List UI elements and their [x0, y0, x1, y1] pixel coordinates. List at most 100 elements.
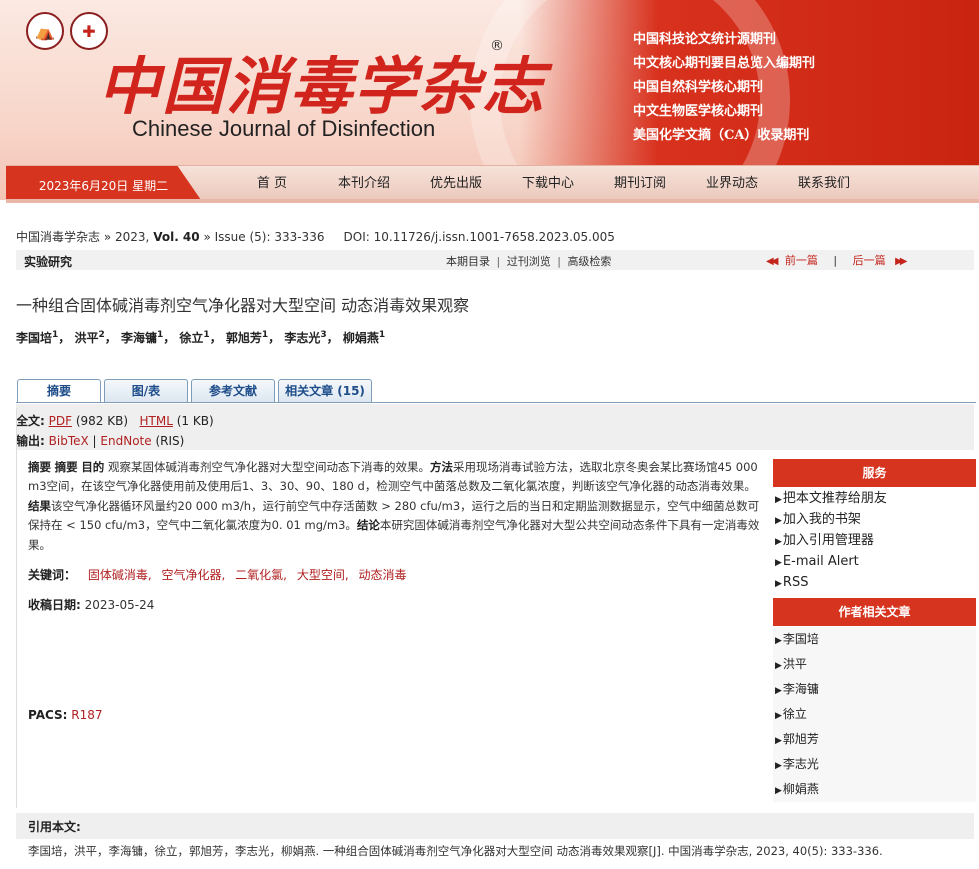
- indexing-item: 中文生物医学核心期刊: [633, 104, 764, 119]
- author-articles-list: ▶李国培 ▶洪平 ▶李海镛 ▶徐立 ▶郭旭芳 ▶李志光 ▶柳娟燕: [773, 627, 976, 802]
- content-rule: [16, 408, 17, 808]
- tab-references[interactable]: 参考文献: [191, 379, 275, 402]
- author-affil: 1: [52, 330, 59, 340]
- article-pager: ◀◀ 前一篇 | 后一篇 ▶▶: [766, 252, 908, 268]
- author-article-label: 李海镛: [782, 682, 819, 696]
- author-article-label: 徐立: [782, 707, 807, 721]
- breadcrumb-sep: »: [103, 230, 112, 244]
- keyword-link[interactable]: 大型空间,: [297, 568, 349, 582]
- received-value: 2023-05-24: [84, 598, 155, 612]
- abstract-label: 摘要: [28, 460, 51, 474]
- add-to-shelf-link[interactable]: ▶加入我的书架: [773, 509, 976, 530]
- author-article-link[interactable]: ▶洪平: [773, 652, 976, 677]
- author-article-link[interactable]: ▶李国培: [773, 627, 976, 652]
- export-row: 输出: BibTeX | EndNote (RIS): [16, 432, 184, 449]
- section-name: 实验研究: [24, 255, 73, 269]
- author-affil: 3: [320, 330, 327, 340]
- triangle-bullet-icon: ▶: [775, 537, 782, 547]
- current-issue-link[interactable]: 本期目录: [446, 255, 490, 268]
- prev-article-link[interactable]: 前一篇: [785, 254, 818, 267]
- rss-link[interactable]: ▶RSS: [773, 572, 976, 593]
- prev-arrow-icon: ◀◀: [766, 256, 779, 267]
- author-name: 洪平: [74, 331, 99, 345]
- triangle-bullet-icon: ▶: [775, 711, 782, 721]
- triangle-bullet-icon: ▶: [775, 686, 782, 696]
- issue-links: 本期目录 | 过刊浏览 | 高级检索: [446, 253, 611, 269]
- keyword-link[interactable]: 二氧化氯,: [235, 568, 287, 582]
- nav-divider: [6, 199, 979, 203]
- triangle-bullet-icon: ▶: [775, 736, 782, 746]
- section-bar: 实验研究 本期目录 | 过刊浏览 | 高级检索 ◀◀ 前一篇 | 后一篇 ▶▶: [16, 250, 974, 270]
- author-affil: 2: [98, 330, 105, 340]
- nav-about[interactable]: 本刊介绍: [318, 166, 410, 202]
- fulltext-label: 全文:: [16, 414, 45, 428]
- html-link[interactable]: HTML: [140, 414, 173, 428]
- triangle-bullet-icon: ▶: [775, 661, 782, 671]
- triangle-bullet-icon: ▶: [775, 579, 782, 589]
- main-nav-bar: 2023年6月20日 星期二 首 页 本刊介绍 优先出版 下载中心 期刊订阅 业…: [6, 165, 979, 200]
- tab-figures[interactable]: 图/表: [104, 379, 188, 402]
- keyword-link[interactable]: 固体碱消毒,: [88, 568, 152, 582]
- keyword-link[interactable]: 空气净化器,: [162, 568, 226, 582]
- breadcrumb-journal-link[interactable]: 中国消毒学杂志: [16, 230, 100, 244]
- nav-contact[interactable]: 联系我们: [778, 166, 870, 202]
- keyword-link[interactable]: 动态消毒: [358, 568, 406, 582]
- bibtex-link[interactable]: BibTeX: [49, 434, 89, 448]
- nav-news[interactable]: 业界动态: [686, 166, 778, 202]
- archive-link[interactable]: 过刊浏览: [507, 255, 551, 268]
- objective-label: 目的: [81, 460, 105, 474]
- author-name: 李国培: [16, 331, 53, 345]
- author-article-label: 郭旭芳: [782, 732, 819, 746]
- nav-downloads[interactable]: 下载中心: [502, 166, 594, 202]
- advanced-search-link[interactable]: 高级检索: [567, 255, 611, 268]
- method-label: 方法: [429, 460, 453, 474]
- breadcrumb: 中国消毒学杂志 » 2023, Vol. 40 » Issue (5): 333…: [16, 228, 615, 245]
- result-label: 结果: [28, 498, 51, 513]
- tab-abstract[interactable]: 摘要: [17, 379, 101, 402]
- author-affil: 1: [203, 330, 210, 340]
- pacs-label: PACS:: [28, 708, 68, 722]
- nav-subscribe[interactable]: 期刊订阅: [594, 166, 686, 202]
- html-size: (1 KB): [176, 414, 214, 428]
- recommend-link[interactable]: ▶把本文推荐给朋友: [773, 488, 976, 509]
- link-sep: |: [557, 255, 561, 268]
- triangle-bullet-icon: ▶: [775, 636, 782, 646]
- citation-label: 引用本文:: [28, 820, 81, 834]
- triangle-bullet-icon: ▶: [775, 516, 782, 526]
- author-articles-header: 作者相关文章: [773, 598, 976, 626]
- nav-home[interactable]: 首 页: [226, 166, 318, 202]
- abstract-text: 摘要 摘要 目的 观察某固体碱消毒剂空气净化器对大型空间动态下消毒的效果。方法采…: [28, 458, 762, 555]
- author-article-link[interactable]: ▶郭旭芳: [773, 727, 976, 752]
- current-date: 2023年6月20日 星期二: [6, 166, 201, 200]
- author-affil: 1: [156, 330, 164, 340]
- triangle-bullet-icon: ▶: [775, 786, 782, 796]
- indexing-list: 中国科技论文统计源期刊 中文核心期刊要目总览入编期刊 中国自然科学核心期刊 中文…: [633, 28, 815, 148]
- breadcrumb-issue: » Issue (5): 333-336: [203, 230, 325, 244]
- abstract-label: 摘要: [54, 460, 78, 474]
- author-name: 徐立: [179, 331, 204, 345]
- journal-title-en: Chinese Journal of Disinfection: [132, 116, 436, 141]
- registered-mark: ®: [490, 38, 504, 54]
- nav-online-first[interactable]: 优先出版: [410, 166, 502, 202]
- received-date: 收稿日期: 2023-05-24: [28, 596, 154, 613]
- keywords-label: 关键词：: [28, 568, 77, 582]
- endnote-link[interactable]: EndNote: [100, 434, 151, 448]
- ris-label: (RIS): [155, 434, 185, 448]
- next-article-link[interactable]: 后一篇: [853, 254, 886, 267]
- tab-related[interactable]: 相关文章 (15): [278, 379, 372, 402]
- author-article-link[interactable]: ▶柳娟燕: [773, 777, 976, 802]
- email-alert-link[interactable]: ▶E-mail Alert: [773, 551, 976, 572]
- author-article-link[interactable]: ▶李志光: [773, 752, 976, 777]
- author-article-link[interactable]: ▶徐立: [773, 702, 976, 727]
- triangle-bullet-icon: ▶: [775, 495, 782, 505]
- citation-bar: [16, 813, 974, 839]
- keywords: 关键词： 固体碱消毒, 空气净化器, 二氧化氯, 大型空间, 动态消毒: [28, 566, 412, 583]
- pacs-value[interactable]: R187: [71, 708, 102, 722]
- service-label: 加入我的书架: [782, 512, 861, 527]
- article-tabs: 摘要 图/表 参考文献 相关文章 (15): [17, 379, 372, 402]
- author-name: 李海镛: [120, 331, 157, 345]
- article-doi: DOI: 10.11726/j.issn.1001-7658.2023.05.0…: [343, 230, 615, 244]
- add-citation-manager-link[interactable]: ▶加入引用管理器: [773, 530, 976, 551]
- author-article-link[interactable]: ▶李海镛: [773, 677, 976, 702]
- pdf-link[interactable]: PDF: [49, 414, 72, 428]
